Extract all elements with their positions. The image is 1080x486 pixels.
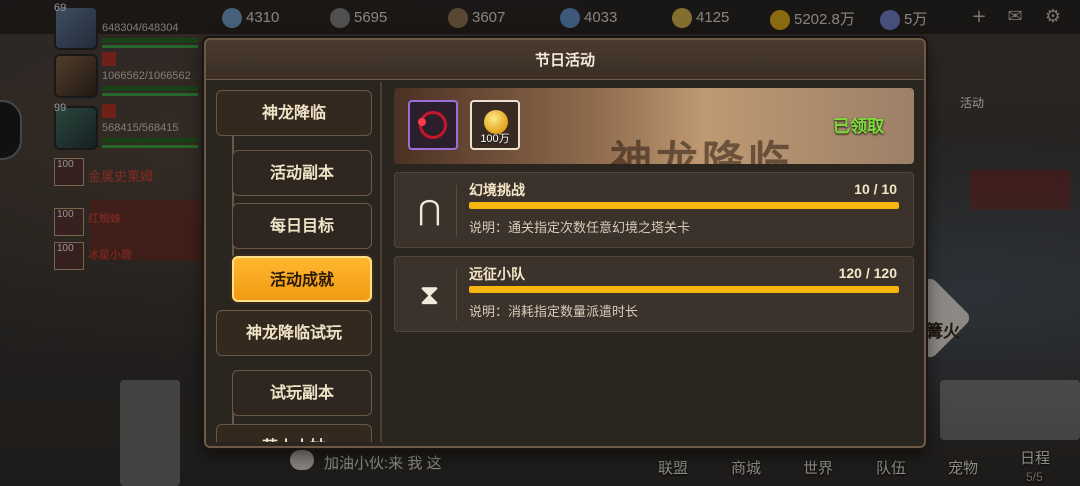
nav-category-dragon-trial[interactable]: 神龙降临试玩 xyxy=(216,310,372,356)
reward-item-gold[interactable]: 100万 xyxy=(470,100,520,150)
nav-item-event-dungeon[interactable]: 活动副本 xyxy=(232,150,372,196)
achievement-task[interactable]: ⧗ 远征小队 120 / 120 说明：消耗指定数量派遣时长 xyxy=(394,256,914,332)
task-description: 说明：通关指定次数任意幻境之塔关卡 xyxy=(469,221,691,236)
hourglass-icon: ⧗ xyxy=(403,269,457,321)
task-name: 远征小队 xyxy=(469,267,525,283)
task-description: 说明：消耗指定数量派遣时长 xyxy=(469,305,639,320)
task-progress-fill xyxy=(469,202,899,209)
task-progress-text: 120 / 120 xyxy=(838,265,897,281)
nav-category-partial[interactable]: 萌小小姑 xyxy=(216,424,372,442)
task-name: 幻境挑战 xyxy=(469,183,525,199)
nav-category-dragon-descends[interactable]: 神龙降临 xyxy=(216,90,372,136)
festival-event-modal: 节日活动 神龙降临 活动副本 每日目标 活动成就 神龙降临试玩 试玩副本 萌小小… xyxy=(204,38,926,448)
task-progress-bar xyxy=(469,286,899,293)
horseshoe-icon: ⋂ xyxy=(403,185,457,237)
reward-quantity: 100万 xyxy=(480,133,510,145)
banner-art-title: 神龙降临 xyxy=(609,137,794,164)
nav-item-event-achievements[interactable]: 活动成就 xyxy=(232,256,372,302)
achievement-task[interactable]: ⋂ 幻境挑战 10 / 10 说明：通关指定次数任意幻境之塔关卡 xyxy=(394,172,914,248)
task-progress-text: 10 / 10 xyxy=(854,181,897,197)
claimed-status: 已领取 xyxy=(833,117,884,137)
nav-item-daily-goals[interactable]: 每日目标 xyxy=(232,203,372,249)
nav-item-trial-dungeon[interactable]: 试玩副本 xyxy=(232,370,372,416)
reward-item-ring[interactable] xyxy=(408,100,458,150)
task-progress-fill xyxy=(469,286,899,293)
event-sidebar: 神龙降临 活动副本 每日目标 活动成就 神龙降临试玩 试玩副本 萌小小姑 xyxy=(212,82,382,442)
modal-title: 节日活动 xyxy=(206,40,924,80)
achievement-content: 神龙降临 100万 已领取 ⋂ 幻境挑战 10 / 10 说明：通关指定次数任意… xyxy=(388,82,920,442)
reward-banner: 神龙降临 100万 已领取 xyxy=(394,88,914,164)
gem-icon xyxy=(418,118,426,126)
task-progress-bar xyxy=(469,202,899,209)
